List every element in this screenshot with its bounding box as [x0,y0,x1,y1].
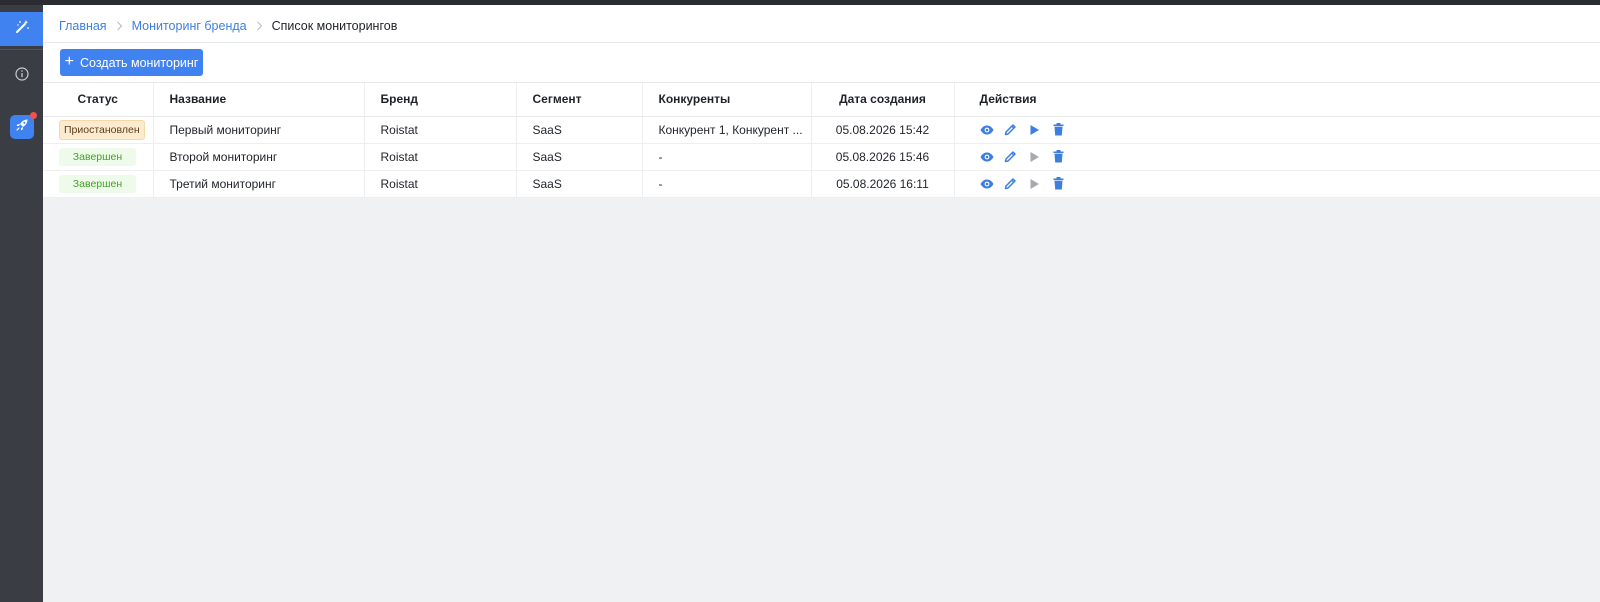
column-header-brand[interactable]: Бренд [363,83,516,117]
create-monitoring-button[interactable]: + Создать мониторинг [60,49,203,76]
magic-wand-icon [14,19,30,40]
column-header-competitors[interactable]: Конкуренты [641,83,811,117]
segment-cell: SaaS [515,116,642,144]
table-row: Завершен Второй мониторинг Roistat SaaS … [43,143,1600,171]
trash-icon[interactable] [1051,149,1067,165]
play-icon[interactable] [1027,122,1043,138]
brand-cell: Roistat [363,170,516,198]
column-header-actions: Действия [953,83,1600,117]
competitors-cell: - [641,143,811,171]
status-cell: Завершен [43,170,153,198]
header-divider [43,42,1600,43]
rocket-icon [15,118,29,137]
info-icon [14,66,29,86]
competitors-cell: - [641,170,811,198]
column-header-name[interactable]: Название [152,83,364,117]
actions-cell [953,143,1600,171]
notification-dot [29,112,37,119]
plus-icon: + [64,53,74,70]
breadcrumb-section-link[interactable]: Мониторинг бренда [132,19,247,33]
main-content: Главная Мониторинг бренда Список монитор… [43,5,1600,602]
sidebar-divider [0,49,43,50]
name-cell: Третий мониторинг [152,170,364,198]
competitors-cell: Конкурент 1, Конкурент ... [641,116,811,144]
created-date-cell: 05.08.2026 16:11 [810,170,954,198]
brand-cell: Roistat [363,116,516,144]
trash-icon[interactable] [1051,176,1067,192]
chevron-right-icon [256,21,263,31]
sidebar-magic-wand-button[interactable] [0,12,43,46]
chevron-right-icon [116,21,123,31]
sidebar-rocket-button[interactable] [0,110,43,144]
pencil-icon[interactable] [1003,149,1019,165]
breadcrumb: Главная Мониторинг бренда Список монитор… [59,16,397,36]
status-cell: Завершен [43,143,153,171]
play-icon[interactable] [1027,149,1043,165]
sidebar-info-button[interactable] [0,61,43,91]
sidebar [0,5,43,602]
segment-cell: SaaS [515,170,642,198]
trash-icon[interactable] [1051,122,1067,138]
eye-icon[interactable] [979,122,995,138]
table-header-row: Статус Название Бренд Сегмент Конкуренты… [43,83,1600,117]
name-cell: Второй мониторинг [152,143,364,171]
status-badge: Приостановлен [59,119,145,140]
brand-cell: Roistat [363,143,516,171]
status-badge: Завершен [59,147,136,166]
table-row: Завершен Третий мониторинг Roistat SaaS … [43,170,1600,198]
breadcrumb-current: Список мониторингов [271,19,398,33]
column-header-segment[interactable]: Сегмент [515,83,642,117]
status-badge: Завершен [59,174,136,193]
table-row: Приостановлен Первый мониторинг Roistat … [43,116,1600,144]
actions-cell [953,116,1600,144]
name-cell: Первый мониторинг [152,116,364,144]
column-header-created[interactable]: Дата создания [810,83,954,117]
pencil-icon[interactable] [1003,122,1019,138]
status-cell: Приостановлен [43,116,153,144]
column-header-status[interactable]: Статус [43,83,153,117]
page-header: Главная Мониторинг бренда Список монитор… [43,5,1600,82]
created-date-cell: 05.08.2026 15:46 [810,143,954,171]
pencil-icon[interactable] [1003,176,1019,192]
eye-icon[interactable] [979,149,995,165]
monitoring-table: Статус Название Бренд Сегмент Конкуренты… [43,82,1600,198]
created-date-cell: 05.08.2026 15:42 [810,116,954,144]
eye-icon[interactable] [979,176,995,192]
create-monitoring-label: Создать мониторинг [80,55,199,70]
breadcrumb-home-link[interactable]: Главная [59,19,107,33]
segment-cell: SaaS [515,143,642,171]
play-icon[interactable] [1027,176,1043,192]
actions-cell [953,170,1600,198]
